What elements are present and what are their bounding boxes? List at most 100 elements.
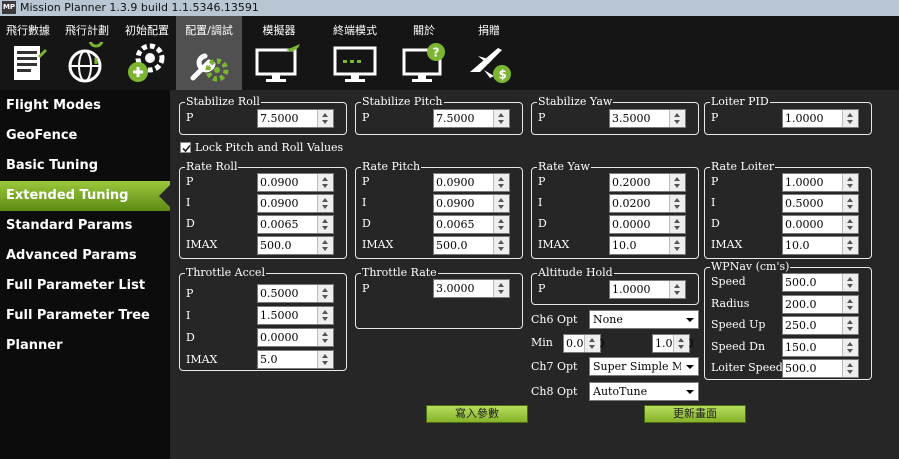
spin-buttons[interactable] xyxy=(493,110,509,127)
ch6-min-input[interactable]: 0.0000 xyxy=(563,334,605,353)
spin-buttons[interactable] xyxy=(842,216,858,233)
sidebar-item-standard-params[interactable]: Standard Params xyxy=(0,211,170,241)
ch6-max-input[interactable]: 1.0000 xyxy=(652,334,694,353)
spin-buttons[interactable] xyxy=(669,174,685,191)
rate-loiter-p-input[interactable]: 1.0000 xyxy=(782,173,859,192)
sidebar-item-flight-modes[interactable]: Flight Modes xyxy=(0,91,170,121)
spin-buttons[interactable] xyxy=(842,339,858,356)
stabilize-yaw-p-input[interactable]: 3.5000 xyxy=(609,109,686,128)
spin-buttons[interactable] xyxy=(669,110,685,127)
stabilize-pitch-p-input[interactable]: 7.5000 xyxy=(433,109,510,128)
throttle-accel-imax-input[interactable]: 5.0 xyxy=(257,350,334,369)
spin-buttons[interactable] xyxy=(669,237,685,254)
rate-pitch-imax-input[interactable]: 500.0 xyxy=(433,236,510,255)
menu-config-tuning[interactable]: 配置/調試 xyxy=(176,16,242,90)
throttle-accel-d-input[interactable]: 0.0000 xyxy=(257,328,334,347)
sidebar-item-full-parameter-list[interactable]: Full Parameter List xyxy=(0,271,170,301)
ch6-opt-select[interactable]: None xyxy=(589,310,699,329)
rate-yaw-group: Rate Yaw P 0.2000 I 0.0200 D 0.0000 IMAX… xyxy=(531,160,699,259)
ch8-opt-select[interactable]: AutoTune xyxy=(589,382,699,401)
spin-buttons[interactable] xyxy=(842,237,858,254)
write-params-button[interactable]: 寫入參數 xyxy=(426,405,528,423)
wpnav-radius-input[interactable]: 200.0 xyxy=(782,295,859,314)
stabilize-roll-p-input[interactable]: 7.5000 xyxy=(257,109,334,128)
menu-terminal[interactable]: 終端模式 xyxy=(316,16,394,90)
spin-buttons[interactable] xyxy=(673,335,689,352)
svg-text:?: ? xyxy=(433,46,440,60)
spin-buttons[interactable] xyxy=(493,195,509,212)
wpnav-speed-input[interactable]: 500.0 xyxy=(782,273,859,292)
spin-buttons[interactable] xyxy=(493,174,509,191)
spin-buttons[interactable] xyxy=(493,280,509,297)
sidebar-item-full-parameter-tree[interactable]: Full Parameter Tree xyxy=(0,301,170,331)
wpnav-speed-dn-input[interactable]: 150.0 xyxy=(782,338,859,357)
altitude-hold-p-input[interactable]: 1.0000 xyxy=(609,280,686,299)
spin-buttons[interactable] xyxy=(669,281,685,298)
spin-buttons[interactable] xyxy=(317,285,333,302)
spin-buttons[interactable] xyxy=(493,237,509,254)
spin-buttons[interactable] xyxy=(493,216,509,233)
loiter-pid-p-input[interactable]: 1.0000 xyxy=(782,109,859,128)
spin-buttons[interactable] xyxy=(317,174,333,191)
spin-buttons[interactable] xyxy=(317,110,333,127)
menu-simulation[interactable]: 模擬器 xyxy=(242,16,316,90)
throttle-accel-p-input[interactable]: 0.5000 xyxy=(257,284,334,303)
menu-flight-data-label: 飛行數據 xyxy=(6,24,50,37)
wpnav-loiter-speed-input[interactable]: 500.0 xyxy=(782,359,859,378)
sidebar-item-geofence[interactable]: GeoFence xyxy=(0,121,170,151)
wpnav-title: WPNav (cm's) xyxy=(710,260,791,274)
menu-flight-data[interactable]: 飛行數據 xyxy=(0,16,56,90)
throttle-rate-p-input[interactable]: 3.0000 xyxy=(433,279,510,298)
sidebar-item-planner[interactable]: Planner xyxy=(0,331,170,361)
menu-config-tuning-label: 配置/調試 xyxy=(185,24,233,37)
spin-buttons[interactable] xyxy=(317,237,333,254)
spin-buttons[interactable] xyxy=(842,317,858,334)
spin-buttons[interactable] xyxy=(317,351,333,368)
rate-yaw-p-label: P xyxy=(538,175,546,188)
menu-initial-setup[interactable]: 初始配置 xyxy=(118,16,176,90)
rate-roll-p-input[interactable]: 0.0900 xyxy=(257,173,334,192)
rate-pitch-i-input[interactable]: 0.0900 xyxy=(433,194,510,213)
spin-buttons[interactable] xyxy=(317,216,333,233)
spin-buttons[interactable] xyxy=(317,195,333,212)
spin-buttons[interactable] xyxy=(669,216,685,233)
sidebar-item-basic-tuning[interactable]: Basic Tuning xyxy=(0,151,170,181)
menu-help[interactable]: 關於 ? xyxy=(394,16,454,90)
menu-terminal-label: 終端模式 xyxy=(333,24,377,37)
spin-buttons[interactable] xyxy=(842,195,858,212)
rate-loiter-title: Rate Loiter xyxy=(710,160,776,174)
rate-yaw-p-input[interactable]: 0.2000 xyxy=(609,173,686,192)
spin-buttons[interactable] xyxy=(842,174,858,191)
rate-roll-imax-input[interactable]: 500.0 xyxy=(257,236,334,255)
rate-loiter-i-input[interactable]: 0.5000 xyxy=(782,194,859,213)
menu-donate[interactable]: 捐贈 $ xyxy=(454,16,524,90)
spin-buttons[interactable] xyxy=(584,335,600,352)
throttle-accel-i-input[interactable]: 1.5000 xyxy=(257,306,334,325)
spin-buttons[interactable] xyxy=(317,307,333,324)
spin-buttons[interactable] xyxy=(842,110,858,127)
rate-loiter-d-input[interactable]: 0.0000 xyxy=(782,215,859,234)
spin-buttons[interactable] xyxy=(842,274,858,291)
rate-yaw-d-input[interactable]: 0.0000 xyxy=(609,215,686,234)
rate-pitch-p-input[interactable]: 0.0900 xyxy=(433,173,510,192)
rate-roll-d-input[interactable]: 0.0065 xyxy=(257,215,334,234)
lock-pitch-roll-checkbox[interactable] xyxy=(180,142,191,153)
rate-loiter-d-value: 0.0000 xyxy=(785,218,824,231)
spin-buttons[interactable] xyxy=(669,195,685,212)
ch7-opt-select[interactable]: Super Simple Mode xyxy=(589,357,699,376)
spin-buttons[interactable] xyxy=(317,329,333,346)
spin-buttons[interactable] xyxy=(842,296,858,313)
spin-buttons[interactable] xyxy=(842,360,858,377)
ch6-opt-value: None xyxy=(593,313,623,326)
rate-pitch-d-input[interactable]: 0.0065 xyxy=(433,215,510,234)
rate-yaw-imax-input[interactable]: 10.0 xyxy=(609,236,686,255)
rate-yaw-i-input[interactable]: 0.0200 xyxy=(609,194,686,213)
sidebar-item-advanced-params[interactable]: Advanced Params xyxy=(0,241,170,271)
wpnav-speed-dn-value: 150.0 xyxy=(785,341,817,354)
rate-roll-i-input[interactable]: 0.0900 xyxy=(257,194,334,213)
wpnav-speed-up-input[interactable]: 250.0 xyxy=(782,316,859,335)
sidebar-item-extended-tuning[interactable]: Extended Tuning xyxy=(0,181,171,211)
rate-loiter-imax-input[interactable]: 10.0 xyxy=(782,236,859,255)
refresh-screen-button[interactable]: 更新畫面 xyxy=(644,405,746,423)
menu-flight-plan[interactable]: 飛行計劃 xyxy=(56,16,118,90)
